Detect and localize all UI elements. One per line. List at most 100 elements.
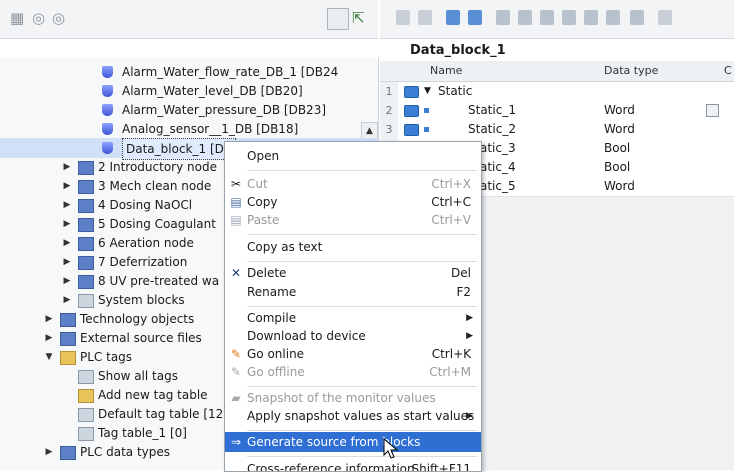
snapshot-icon[interactable] — [496, 10, 510, 25]
copy-snapshot-icon[interactable] — [518, 10, 532, 25]
group-folder-icon — [78, 256, 94, 270]
expanded-arrow-icon[interactable]: ▼ — [44, 347, 54, 367]
data-type-cell[interactable]: Word — [604, 120, 635, 139]
tree-item-label: System blocks — [98, 293, 185, 307]
menu-item-snapshot-monitor-values[interactable]: ▰ Snapshot of the monitor values — [225, 388, 481, 408]
data-type-cell[interactable]: Bool — [604, 139, 630, 158]
menu-item-generate-source[interactable]: ⇒ Generate source from blocks — [225, 432, 481, 452]
tree-item[interactable]: Alarm_Water_level_DB [DB20] — [0, 81, 378, 101]
menu-item-compile[interactable]: Compile ▶ — [225, 308, 481, 328]
reset-icon[interactable] — [584, 10, 598, 25]
collapsed-arrow-icon[interactable]: ▶ — [44, 442, 54, 462]
name-column-header[interactable]: Name — [430, 61, 462, 81]
extra-column-header[interactable]: C — [724, 61, 732, 81]
group-folder-icon — [78, 275, 94, 289]
type-picker-icon[interactable] — [706, 104, 719, 117]
tree-item-label: 7 Deferrization — [98, 255, 188, 269]
back-icon[interactable]: ◎ — [32, 9, 45, 27]
tree-item-label: Default tag table [12 — [98, 407, 224, 421]
element-dot-icon — [424, 127, 429, 132]
menu-separator — [247, 234, 477, 235]
data-type-cell[interactable]: Word — [604, 101, 635, 120]
apply-snapshot-icon[interactable] — [540, 10, 554, 25]
expand-icon[interactable] — [446, 10, 460, 25]
project-view-icon[interactable]: ▦ — [10, 9, 24, 27]
tree-item-label: 8 UV pre-treated wa — [98, 274, 220, 288]
copy-icon: ▤ — [230, 195, 242, 209]
menu-separator — [247, 456, 477, 457]
external-files-icon — [60, 332, 76, 346]
tree-item-label: Analog_sensor__1_DB [DB18] — [122, 122, 299, 136]
collapsed-arrow-icon[interactable]: ▶ — [62, 195, 72, 215]
tree-item-label: 4 Dosing NaOCl — [98, 198, 193, 212]
tree-item-label: Alarm_Water_level_DB [DB20] — [122, 84, 303, 98]
menu-item-cut[interactable]: ✂ Cut Ctrl+X — [225, 174, 481, 194]
add-icon[interactable]: ⇱ — [352, 9, 365, 27]
collapsed-arrow-icon[interactable]: ▶ — [62, 271, 72, 291]
forward-icon[interactable]: ◎ — [52, 9, 65, 27]
name-cell[interactable]: Static_1 — [468, 101, 516, 120]
data-block-icon — [102, 66, 113, 78]
menu-separator — [247, 386, 477, 387]
menu-item-apply-snapshot[interactable]: Apply snapshot values as start values ▶ — [225, 406, 481, 426]
tree-item-label: PLC data types — [80, 445, 171, 459]
add-row-icon[interactable] — [418, 10, 432, 25]
go-online-icon: ✎ — [230, 347, 242, 361]
menu-item-open[interactable]: Open — [225, 146, 481, 166]
tag-table-icon — [78, 408, 94, 422]
tree-item-label: Show all tags — [98, 369, 178, 383]
submenu-arrow-icon: ▶ — [466, 331, 473, 341]
go-offline-icon: ✎ — [230, 365, 242, 379]
data-type-cell[interactable]: Bool — [604, 158, 630, 177]
column-icon[interactable] — [630, 10, 644, 25]
menu-item-download-to-device[interactable]: Download to device ▶ — [225, 326, 481, 346]
submenu-arrow-icon: ▶ — [466, 411, 473, 421]
collapsed-arrow-icon[interactable]: ▶ — [44, 328, 54, 348]
tree-item[interactable]: Alarm_Water_flow_rate_DB_1 [DB24 — [0, 62, 378, 82]
expanded-arrow-icon[interactable]: ▼ — [424, 82, 431, 101]
menu-item-go-offline[interactable]: ✎ Go offline Ctrl+M — [225, 362, 481, 382]
editor-toolbar — [380, 0, 734, 39]
start-value-icon[interactable] — [562, 10, 576, 25]
menu-item-delete[interactable]: ✕ Delete Del — [225, 263, 481, 283]
list-icon[interactable] — [606, 10, 620, 25]
data-type-column-header[interactable]: Data type — [604, 61, 658, 81]
menu-item-go-online[interactable]: ✎ Go online Ctrl+K — [225, 344, 481, 364]
element-dot-icon — [424, 108, 429, 113]
interface-icon — [404, 105, 419, 117]
collapsed-arrow-icon[interactable]: ▶ — [62, 214, 72, 234]
mouse-cursor-icon — [383, 438, 399, 459]
table-row[interactable]: 3 Static_2 Word — [380, 120, 734, 140]
tree-item-label: PLC tags — [80, 350, 133, 364]
tree-item-label: Technology objects — [80, 312, 195, 326]
menu-item-paste[interactable]: ▤ Paste Ctrl+V — [225, 210, 481, 230]
overview-icon[interactable] — [327, 8, 349, 30]
menu-item-copy-as-text[interactable]: Copy as text — [225, 237, 481, 257]
tree-item[interactable]: Alarm_Water_pressure_DB [DB23] — [0, 100, 378, 120]
collapsed-arrow-icon[interactable]: ▶ — [62, 176, 72, 196]
table-row[interactable]: 2 Static_1 Word — [380, 101, 734, 121]
tree-item-label: Tag table_1 [0] — [98, 426, 187, 440]
name-cell[interactable]: atic_3 — [480, 139, 516, 158]
collapsed-arrow-icon[interactable]: ▶ — [62, 252, 72, 272]
name-cell[interactable]: Static — [438, 82, 472, 101]
collapsed-arrow-icon[interactable]: ▶ — [62, 233, 72, 253]
tree-item-label: Add new tag table — [98, 388, 208, 402]
collapsed-arrow-icon[interactable]: ▶ — [44, 309, 54, 329]
collapse-icon[interactable] — [468, 10, 482, 25]
menu-item-copy[interactable]: ▤ Copy Ctrl+C — [225, 192, 481, 212]
table-row[interactable]: 1 ▼ Static — [380, 82, 734, 102]
menu-item-cross-reference[interactable]: Cross-reference information Shift+F11 — [225, 459, 481, 471]
name-cell[interactable]: atic_5 — [480, 177, 516, 196]
collapsed-arrow-icon[interactable]: ▶ — [62, 290, 72, 310]
data-type-cell[interactable]: Word — [604, 177, 635, 196]
monitor-icon[interactable] — [658, 10, 672, 25]
tree-item[interactable]: Analog_sensor__1_DB [DB18] — [0, 119, 378, 139]
name-cell[interactable]: atic_4 — [480, 158, 516, 177]
name-cell[interactable]: Static_2 — [468, 120, 516, 139]
insert-row-icon[interactable] — [396, 10, 410, 25]
collapsed-arrow-icon[interactable]: ▶ — [62, 157, 72, 177]
group-folder-icon — [78, 218, 94, 232]
menu-separator — [247, 261, 477, 262]
menu-item-rename[interactable]: Rename F2 — [225, 282, 481, 302]
